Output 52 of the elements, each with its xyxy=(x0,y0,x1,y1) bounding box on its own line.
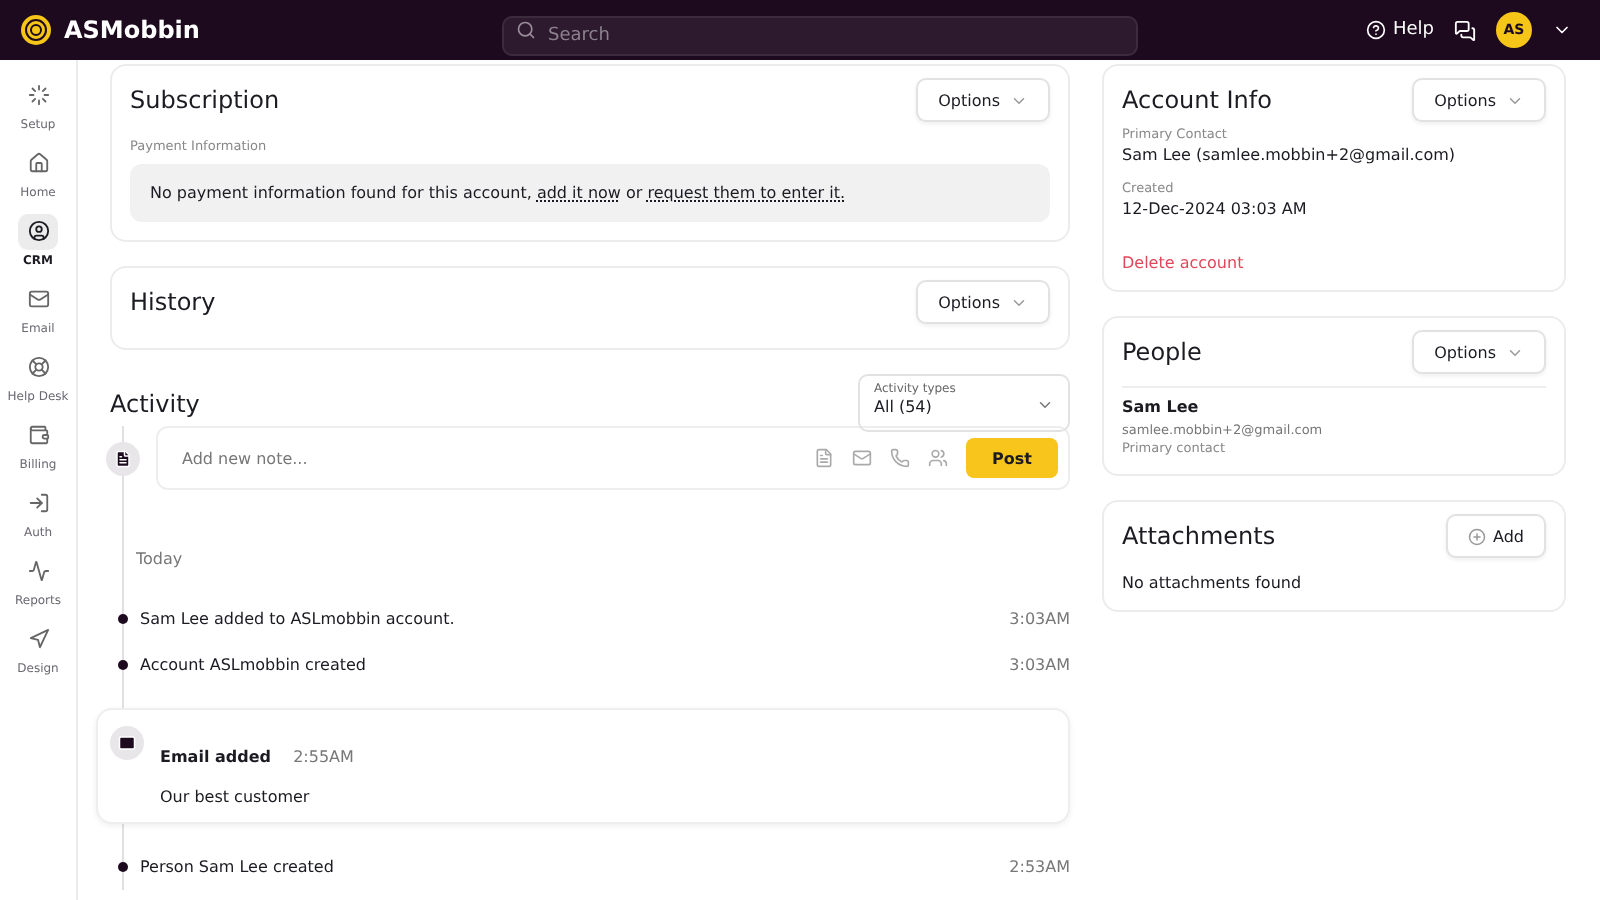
timeline-dot xyxy=(118,660,128,670)
wallet-icon xyxy=(27,424,49,446)
login-icon xyxy=(27,492,49,514)
empty-message: No attachments found xyxy=(1122,574,1304,592)
spinner-icon xyxy=(27,84,49,106)
card-title: People xyxy=(1122,338,1202,366)
logo-icon xyxy=(20,14,52,46)
event-text: Person Sam Lee created xyxy=(140,858,334,876)
card-title: Subscription xyxy=(130,86,280,114)
event-time: 3:03AM xyxy=(1009,610,1070,628)
user-icon xyxy=(27,220,49,242)
document-icon[interactable] xyxy=(814,448,834,468)
event-time: 3:03AM xyxy=(1009,656,1070,674)
chat-icon[interactable] xyxy=(1454,19,1476,41)
options-button[interactable]: Options xyxy=(916,78,1050,122)
field-value: 12-Dec-2024 03:03 AM xyxy=(1122,200,1309,218)
delete-account-link[interactable]: Delete account xyxy=(1122,254,1546,272)
card-title: Account Info xyxy=(1122,86,1272,114)
brand-name: ASMobbin xyxy=(64,16,200,44)
event-time: 2:55AM xyxy=(293,748,354,766)
timeline-dot xyxy=(118,862,128,872)
chevron-down-icon xyxy=(1036,396,1054,414)
help-link[interactable]: Help xyxy=(1366,20,1434,40)
section-title: Activity xyxy=(110,389,200,417)
people-icon[interactable] xyxy=(928,448,948,468)
email-title: Email added xyxy=(160,748,271,766)
help-icon xyxy=(1366,20,1387,40)
options-button[interactable]: Options xyxy=(916,280,1050,324)
card-title: History xyxy=(130,288,216,316)
request-link[interactable]: request them to enter it. xyxy=(647,184,846,202)
post-button[interactable]: Post xyxy=(966,438,1058,478)
home-icon xyxy=(27,152,49,174)
timeline-dot xyxy=(118,614,128,624)
event-time: 2:53AM xyxy=(1009,858,1070,876)
card-title: Attachments xyxy=(1122,522,1276,550)
cursor-icon xyxy=(27,628,49,650)
field-value: Sam Lee (samlee.mobbin+2@gmail.com) xyxy=(1122,146,1458,164)
lifebuoy-icon xyxy=(27,356,49,378)
payment-notice: No payment information found for this account, add it now or request them to enter it. xyxy=(130,164,1050,222)
phone-icon[interactable] xyxy=(890,448,910,468)
search-field[interactable]: Search xyxy=(502,16,1138,56)
add-link[interactable]: add it now xyxy=(536,184,621,202)
event-text: Sam Lee added to ASLmobbin account. xyxy=(140,610,455,628)
options-button[interactable]: Options xyxy=(1412,330,1546,374)
plus-icon xyxy=(1467,527,1485,545)
event-text: Account ASLmobbin created xyxy=(140,656,367,674)
email-body: Our best customer xyxy=(160,788,312,806)
pulse-icon xyxy=(27,560,49,582)
date-group-label: Today xyxy=(136,550,185,568)
add-button[interactable]: Add xyxy=(1445,514,1546,558)
person-name[interactable]: Sam Lee xyxy=(1122,398,1546,416)
options-button[interactable]: Options xyxy=(1412,78,1546,122)
